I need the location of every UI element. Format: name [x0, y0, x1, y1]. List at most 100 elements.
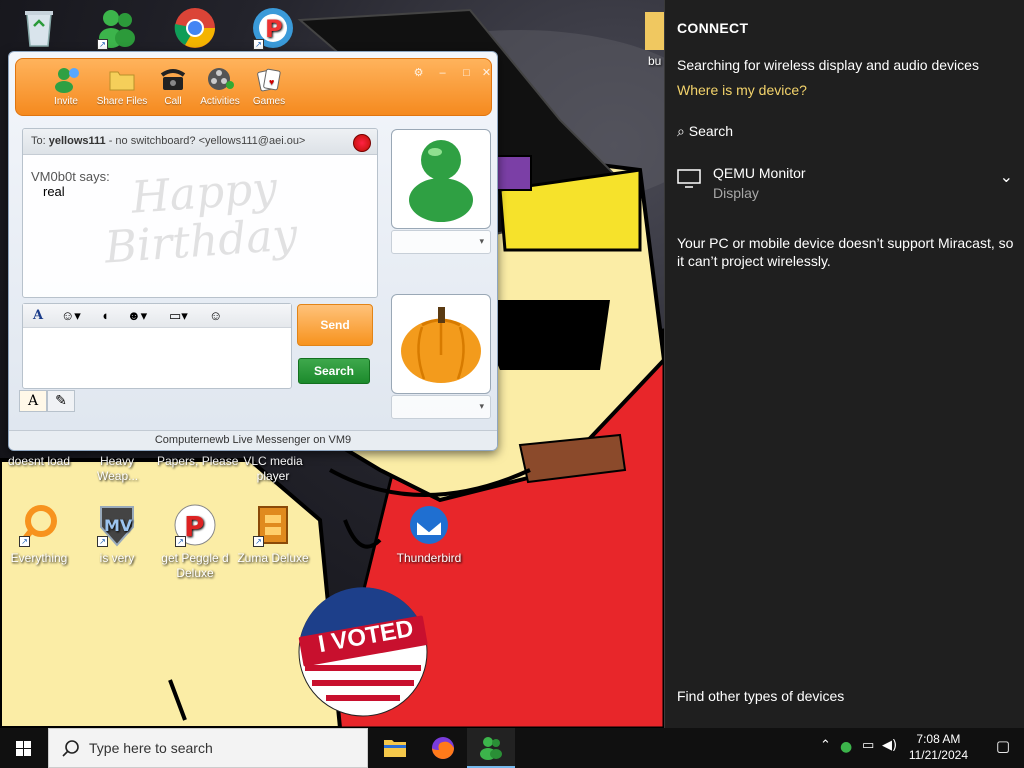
desktop-icon-label: doesnt load	[7, 454, 71, 468]
desktop-icon-peggle[interactable]: P ↗	[235, 6, 311, 54]
shortcut-arrow-icon: ↗	[97, 39, 108, 50]
svg-text:MV: MV	[104, 516, 133, 535]
message-sender: VM0b0t says:	[31, 169, 110, 184]
chevron-down-icon: ▾	[479, 236, 484, 246]
monitor-icon	[677, 169, 701, 188]
device-item-qemu-monitor[interactable]: QEMU Monitor Display ⌄	[677, 165, 1017, 205]
activities-label: Activities	[200, 96, 240, 107]
call-button[interactable]: Call	[147, 65, 199, 107]
font-icon[interactable]: A	[33, 307, 43, 325]
desktop-icon-chrome[interactable]	[157, 6, 233, 54]
taskbar-file-explorer[interactable]	[371, 728, 419, 768]
contact-detail: - no switchboard? <yellows111@aei.ou>	[108, 135, 306, 147]
conversation-history[interactable]: To: yellows111 - no switchboard? <yellow…	[22, 128, 378, 298]
text-mode-icon[interactable]: A	[19, 390, 47, 412]
desktop-icon-folder[interactable]: bu	[636, 6, 666, 69]
shortcut-arrow-icon: ↗	[253, 39, 264, 50]
messenger-tray-icon[interactable]: ●	[840, 739, 852, 755]
window-menu-icon[interactable]: ⚙	[412, 67, 425, 79]
taskbar: Type here to search ⌃ ● ▭ ◀) 7:08 AM 11/…	[0, 728, 1024, 768]
desktop-icon-zuma-deluxe[interactable]: ↗ Zuma Deluxe	[235, 503, 311, 566]
desktop-icon-label: Heavy Weap...	[97, 454, 139, 483]
games-label: Games	[252, 96, 286, 107]
peggle-deluxe-icon: P ↗	[173, 503, 217, 547]
folder-icon	[108, 65, 136, 93]
clock[interactable]: 7:08 AM 11/21/2024	[909, 731, 968, 763]
call-label: Call	[164, 96, 182, 107]
svg-text:P: P	[265, 15, 283, 43]
desktop-icon-vlc[interactable]: VLC media player	[235, 454, 311, 484]
search-button[interactable]: Search	[298, 358, 370, 384]
contact-name[interactable]: yellows111	[49, 135, 106, 147]
desktop-icon-papers-please[interactable]: Papers, Please	[157, 454, 239, 469]
chevron-up-icon[interactable]: ⌃	[820, 738, 831, 753]
messenger-conversation-window[interactable]: Invite Share Files Call Activities ♥ Gam…	[8, 51, 498, 451]
desktop-icon-is-very[interactable]: MV ↗ is very	[79, 503, 155, 566]
svg-text:P: P	[184, 510, 205, 543]
start-button[interactable]	[0, 728, 48, 768]
contact-avatar-menu[interactable]: ▾	[391, 230, 491, 254]
chevron-down-icon: ▾	[479, 401, 484, 411]
folder-label: bu	[648, 54, 662, 68]
emoticon-icon[interactable]: ☺▾	[61, 307, 81, 325]
background-picker-icon[interactable]: ▭▾	[169, 307, 188, 325]
voice-clip-icon[interactable]: ◖	[101, 307, 109, 325]
device-type: Display	[713, 185, 759, 201]
volume-icon[interactable]: ◀)	[882, 738, 897, 753]
chevron-down-icon[interactable]: ⌄	[1000, 167, 1013, 187]
invite-person-icon	[52, 65, 80, 93]
desktop-icon-recycle-bin[interactable]	[1, 6, 77, 54]
connect-title: CONNECT	[677, 20, 749, 36]
games-button[interactable]: ♥ Games	[243, 65, 295, 107]
message-text: real	[43, 184, 65, 199]
close-button[interactable]: ✕	[480, 67, 493, 79]
send-button[interactable]: Send	[297, 304, 373, 346]
connect-search[interactable]: ⌕ Search	[677, 123, 733, 140]
desktop-icon-heavy-weapon[interactable]: Heavy Weap...	[79, 454, 155, 484]
svg-text:♥: ♥	[269, 77, 274, 87]
invite-label: Invite	[54, 96, 78, 107]
shortcut-arrow-icon: ↗	[19, 536, 30, 547]
share-files-button[interactable]: Share Files	[96, 65, 148, 107]
network-icon[interactable]: ▭	[862, 738, 874, 753]
user-avatar-menu[interactable]: ▾	[391, 395, 491, 419]
miracast-message: Your PC or mobile device doesn’t support…	[677, 235, 1014, 269]
search-icon	[62, 740, 79, 757]
handwriting-mode-icon[interactable]: ✎	[47, 390, 75, 412]
nudge-icon[interactable]: ☺	[209, 307, 222, 325]
zuma-icon: ↗	[251, 503, 295, 547]
film-reel-icon	[206, 65, 234, 93]
desktop-icon-doesnt-load[interactable]: doesnt load	[1, 454, 77, 469]
search-icon: ⌕	[677, 123, 685, 139]
phone-icon	[159, 65, 187, 93]
system-tray: ⌃ ● ▭ ◀) 7:08 AM 11/21/2024 ▢	[814, 728, 1024, 768]
find-other-devices-link[interactable]: Find other types of devices	[677, 688, 844, 704]
desktop-icon-label: Papers, Please	[157, 454, 239, 468]
desktop-icon-messenger[interactable]: ↗	[79, 6, 155, 54]
notification-icon[interactable]: ▢	[996, 737, 1010, 755]
activities-button[interactable]: Activities	[194, 65, 246, 107]
desktop-icon-label: VLC media player	[243, 454, 303, 483]
messenger-people-icon: ↗	[95, 6, 139, 50]
desktop-icon-thunderbird[interactable]: Thunderbird	[391, 503, 467, 566]
background-text-birthday: Birthday	[103, 209, 299, 274]
taskbar-messenger[interactable]	[467, 728, 515, 768]
user-avatar[interactable]	[391, 294, 491, 394]
message-input[interactable]	[23, 328, 291, 388]
where-is-my-device-link[interactable]: Where is my device?	[677, 82, 807, 98]
desktop-icon-peggle-deluxe[interactable]: P ↗ get Peggle d Deluxe	[157, 503, 233, 581]
contact-avatar[interactable]	[391, 129, 491, 229]
taskbar-firefox[interactable]	[419, 728, 467, 768]
peggle-icon: P ↗	[251, 6, 295, 50]
taskbar-search-box[interactable]: Type here to search	[48, 728, 368, 768]
maximize-button[interactable]: □	[460, 67, 473, 79]
wink-icon[interactable]: ☻▾	[127, 307, 147, 325]
connect-panel: CONNECT Searching for wireless display a…	[664, 0, 1024, 728]
connect-search-label: Search	[688, 123, 734, 139]
invite-button[interactable]: Invite	[40, 65, 92, 107]
desktop-icon-everything[interactable]: ↗ Everything	[1, 503, 77, 566]
compose-area[interactable]: A ☺▾ ◖ ☻▾ ▭▾ ☺	[22, 303, 292, 389]
block-contact-icon[interactable]	[353, 134, 371, 152]
minimize-button[interactable]: ‒	[436, 67, 449, 79]
windows-logo-icon	[16, 741, 31, 756]
